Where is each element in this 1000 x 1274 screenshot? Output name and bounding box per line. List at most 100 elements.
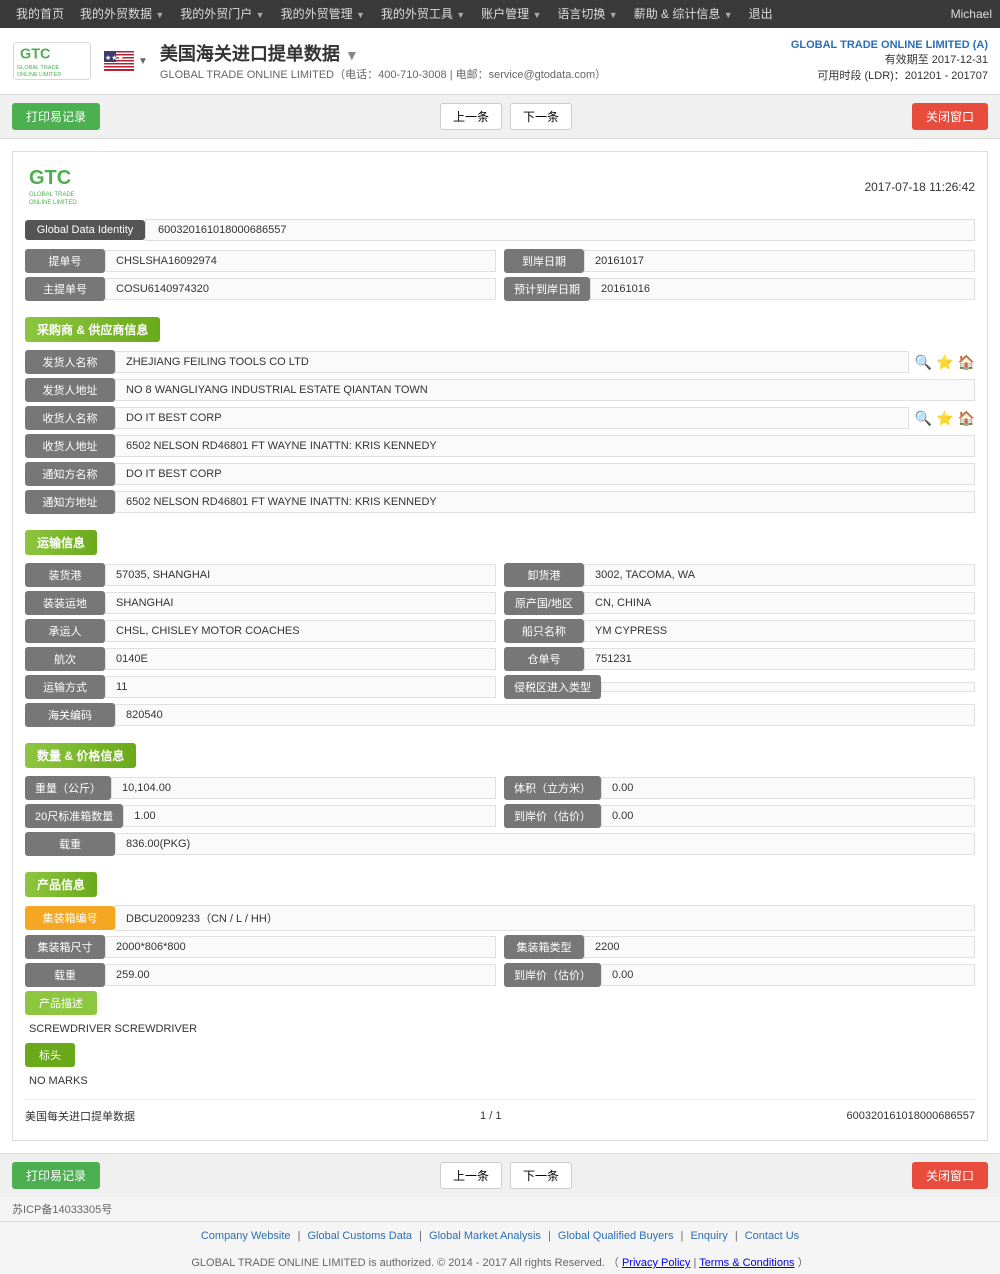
- discharge-port-field: 卸货港 3002, TACOMA, WA: [504, 563, 975, 587]
- loading-port-label: 装货港: [25, 563, 105, 587]
- nav-trade-portal[interactable]: 我的外贸门户 ▼: [172, 0, 272, 29]
- shipper-name-row: 发货人名称 ZHEJIANG FEILING TOOLS CO LTD 🔍 ⭐ …: [25, 350, 975, 374]
- container-price-row: 20尺标准箱数量 1.00 到岸价（估价） 0.00: [25, 804, 975, 828]
- consignee-name-row: 收货人名称 DO IT BEST CORP 🔍 ⭐ 🏠: [25, 406, 975, 430]
- footer-link-enquiry[interactable]: Enquiry: [690, 1230, 727, 1242]
- nav-trade-manage[interactable]: 我的外贸管理 ▼: [273, 0, 373, 29]
- next-button-top[interactable]: 下一条: [510, 103, 572, 130]
- star-icon[interactable]: ⭐: [936, 354, 953, 371]
- master-bill-field: 主提单号 COSU6140974320: [25, 277, 496, 301]
- carrier-value: CHSL, CHISLEY MOTOR COACHES: [105, 620, 496, 642]
- quantity-section-header: 数量 & 价格信息: [25, 743, 136, 768]
- record-footer-pagination: 1 / 1: [480, 1110, 501, 1122]
- footer-link-customs[interactable]: Global Customs Data: [308, 1230, 413, 1242]
- print-button-bottom[interactable]: 打印易记录: [12, 1162, 100, 1189]
- footer-link-market[interactable]: Global Market Analysis: [429, 1230, 541, 1242]
- weight-volume-row: 重量（公斤） 10,104.00 体积（立方米） 0.00: [25, 776, 975, 800]
- container-size-label: 集装箱尺寸: [25, 935, 105, 959]
- svg-text:GLOBAL TRADE: GLOBAL TRADE: [17, 65, 60, 71]
- flag-selector[interactable]: ★★★ ▼: [104, 51, 148, 71]
- product-quantity-field: 载重 259.00: [25, 963, 496, 987]
- origin-country-value: CN, CHINA: [584, 592, 975, 614]
- quantity-row: 载重 836.00(PKG): [25, 832, 975, 856]
- container-no-value: DBCU2009233（CN / L / HH）: [115, 905, 975, 931]
- footer-terms-link[interactable]: Terms & Conditions: [699, 1257, 794, 1269]
- marks-label-row: 标头: [25, 1043, 975, 1067]
- consignee-addr-value: 6502 NELSON RD46801 FT WAYNE INATTN: KRI…: [115, 435, 975, 457]
- quantity-label: 载重: [25, 832, 115, 856]
- container-type-value: 2200: [584, 936, 975, 958]
- volume-field: 体积（立方米） 0.00: [504, 776, 975, 800]
- search-icon-2[interactable]: 🔍: [915, 410, 932, 427]
- description-label-row: 产品描述: [25, 991, 975, 1015]
- footer-link-company[interactable]: Company Website: [201, 1230, 291, 1242]
- footer-link-contact[interactable]: Contact Us: [745, 1230, 799, 1242]
- prev-button-top[interactable]: 上一条: [440, 103, 502, 130]
- product-arrival-price-field: 到岸价（估价） 0.00: [504, 963, 975, 987]
- consignee-addr-row: 收货人地址 6502 NELSON RD46801 FT WAYNE INATT…: [25, 434, 975, 458]
- origin-country-field: 原产国/地区 CN, CHINA: [504, 591, 975, 615]
- nav-help[interactable]: 薪助 & 综计信息 ▼: [626, 0, 741, 29]
- warehouse-label: 仓单号: [504, 647, 584, 671]
- loading-port-field: 装货港 57035, SHANGHAI: [25, 563, 496, 587]
- arrival-date-label: 到岸日期: [504, 249, 584, 273]
- bonded-value: [601, 682, 975, 692]
- header-subtitle: GLOBAL TRADE ONLINE LIMITED（电话：400-710-3…: [160, 66, 606, 82]
- close-button-top[interactable]: 关闭窗口: [912, 103, 988, 130]
- nav-home[interactable]: 我的首页: [8, 0, 72, 29]
- nav-trade-tools[interactable]: 我的外贸工具 ▼: [373, 0, 473, 29]
- nav-account[interactable]: 账户管理 ▼: [473, 0, 549, 29]
- prev-button-bottom[interactable]: 上一条: [440, 1162, 502, 1189]
- container-size-type-row: 集装箱尺寸 2000*806*800 集装箱类型 2200: [25, 935, 975, 959]
- icp-number: 苏ICP备14033305号: [12, 1201, 112, 1217]
- home-icon[interactable]: 🏠: [958, 354, 975, 371]
- container-type-label: 集装箱类型: [504, 935, 584, 959]
- star-icon-2[interactable]: ⭐: [936, 410, 953, 427]
- vessel-value: YM CYPRESS: [584, 620, 975, 642]
- loading-place-field: 装装运地 SHANGHAI: [25, 591, 496, 615]
- container20-value: 1.00: [123, 805, 496, 827]
- place-country-row: 装装运地 SHANGHAI 原产国/地区 CN, CHINA: [25, 591, 975, 615]
- gdi-row: Global Data Identity 6003201610180006865…: [25, 219, 975, 241]
- close-button-bottom[interactable]: 关闭窗口: [912, 1162, 988, 1189]
- notify-addr-value: 6502 NELSON RD46801 FT WAYNE INATTN: KRI…: [115, 491, 975, 513]
- bill-no-label: 提单号: [25, 249, 105, 273]
- warehouse-field: 仓单号 751231: [504, 647, 975, 671]
- shipper-addr-value: NO 8 WANGLIYANG INDUSTRIAL ESTATE QIANTA…: [115, 379, 975, 401]
- transport-bonded-row: 运输方式 11 侵税区进入类型: [25, 675, 975, 699]
- footer-link-buyers[interactable]: Global Qualified Buyers: [558, 1230, 674, 1242]
- product-quantity-label: 载重: [25, 963, 105, 987]
- consignee-name-value: DO IT BEST CORP: [115, 407, 909, 429]
- consignee-name-label: 收货人名称: [25, 406, 115, 430]
- shipper-icons: 🔍 ⭐ 🏠: [915, 354, 975, 371]
- weight-value: 10,104.00: [111, 777, 496, 799]
- nav-language[interactable]: 语言切换 ▼: [549, 0, 625, 29]
- record-header: GTC GLOBAL TRADE ONLINE LIMITED 2017-07-…: [25, 164, 975, 209]
- estimated-arrival-label: 预计到岸日期: [504, 277, 590, 301]
- origin-country-label: 原产国/地区: [504, 591, 584, 615]
- transport-section-header: 运输信息: [25, 530, 97, 555]
- carrier-label: 承运人: [25, 619, 105, 643]
- notify-name-row: 通知方名称 DO IT BEST CORP: [25, 462, 975, 486]
- footer-privacy-link[interactable]: Privacy Policy: [622, 1257, 690, 1269]
- home-icon-2[interactable]: 🏠: [958, 410, 975, 427]
- search-icon[interactable]: 🔍: [915, 354, 932, 371]
- loading-port-value: 57035, SHANGHAI: [105, 564, 496, 586]
- nav-trade-data[interactable]: 我的外贸数据 ▼: [72, 0, 172, 29]
- consignee-addr-label: 收货人地址: [25, 434, 115, 458]
- discharge-port-value: 3002, TACOMA, WA: [584, 564, 975, 586]
- logo: GTC GLOBAL TRADE ONLINE LIMITED: [12, 36, 92, 86]
- arrival-price-value: 0.00: [601, 805, 975, 827]
- svg-text:ONLINE LIMITED: ONLINE LIMITED: [17, 72, 61, 78]
- notify-addr-label: 通知方地址: [25, 490, 115, 514]
- container20-field: 20尺标准箱数量 1.00: [25, 804, 496, 828]
- arrival-price-label: 到岸价（估价）: [504, 804, 601, 828]
- print-button-top[interactable]: 打印易记录: [12, 103, 100, 130]
- estimated-arrival-field: 预计到岸日期 20161016: [504, 277, 975, 301]
- next-button-bottom[interactable]: 下一条: [510, 1162, 572, 1189]
- nav-logout[interactable]: 退出: [741, 0, 781, 29]
- bottom-toolbar: 打印易记录 上一条 下一条 关闭窗口: [0, 1153, 1000, 1197]
- carrier-vessel-row: 承运人 CHSL, CHISLEY MOTOR COACHES 船只名称 YM …: [25, 619, 975, 643]
- footer-links: Company Website | Global Customs Data | …: [0, 1221, 1000, 1250]
- footer-icp-row: 苏ICP备14033305号: [0, 1197, 1000, 1221]
